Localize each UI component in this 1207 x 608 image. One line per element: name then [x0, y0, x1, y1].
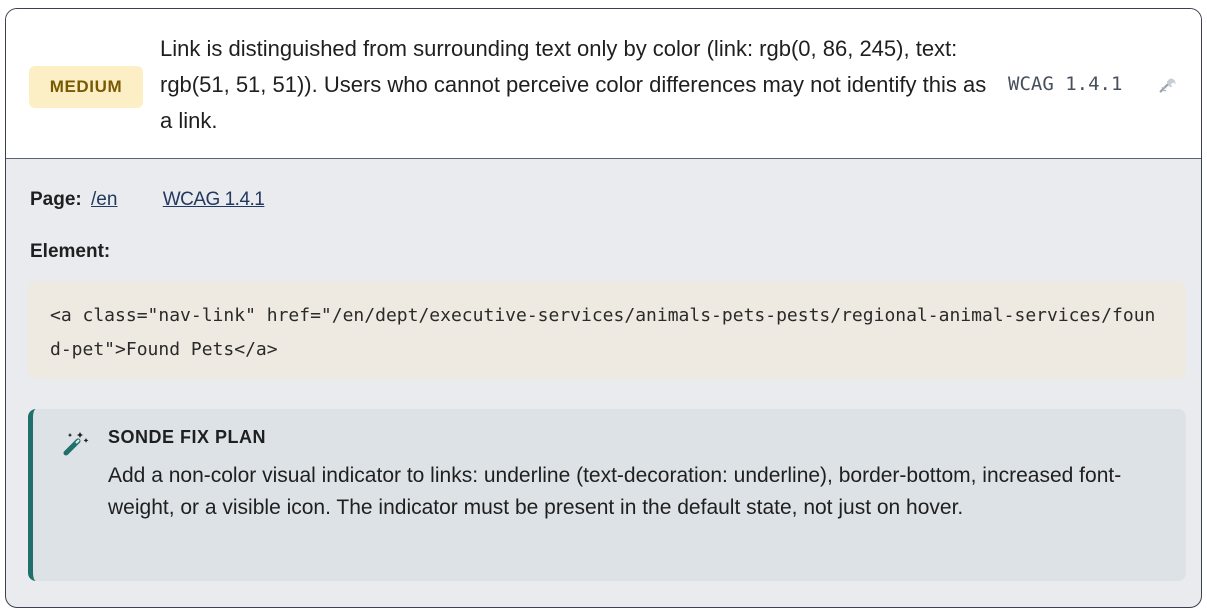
fix-plan: SONDE FIX PLAN Add a non-color visual in…: [28, 409, 1186, 581]
wrench-icon[interactable]: [1157, 75, 1179, 97]
fix-plan-body: Add a non-color visual indicator to link…: [108, 464, 1122, 519]
issue-summary[interactable]: MEDIUM Link is distinguished from surrou…: [6, 9, 1201, 159]
fix-plan-title: SONDE FIX PLAN: [108, 427, 267, 447]
page-row: Page: /en WCAG 1.4.1: [30, 189, 265, 211]
issue-message: Link is distinguished from surrounding t…: [160, 36, 987, 133]
element-label: Element:: [30, 241, 111, 262]
wcag-criterion: WCAG 1.4.1: [1008, 73, 1123, 95]
page-link[interactable]: /en: [91, 189, 117, 210]
page-label: Page:: [30, 189, 82, 210]
wcag-link[interactable]: WCAG 1.4.1: [163, 189, 265, 210]
issue-card: MEDIUM Link is distinguished from surrou…: [5, 8, 1202, 608]
severity-badge: MEDIUM: [29, 66, 143, 108]
element-code: <a class="nav-link" href="/en/dept/execu…: [28, 281, 1186, 379]
magic-wand-icon: [63, 432, 89, 456]
